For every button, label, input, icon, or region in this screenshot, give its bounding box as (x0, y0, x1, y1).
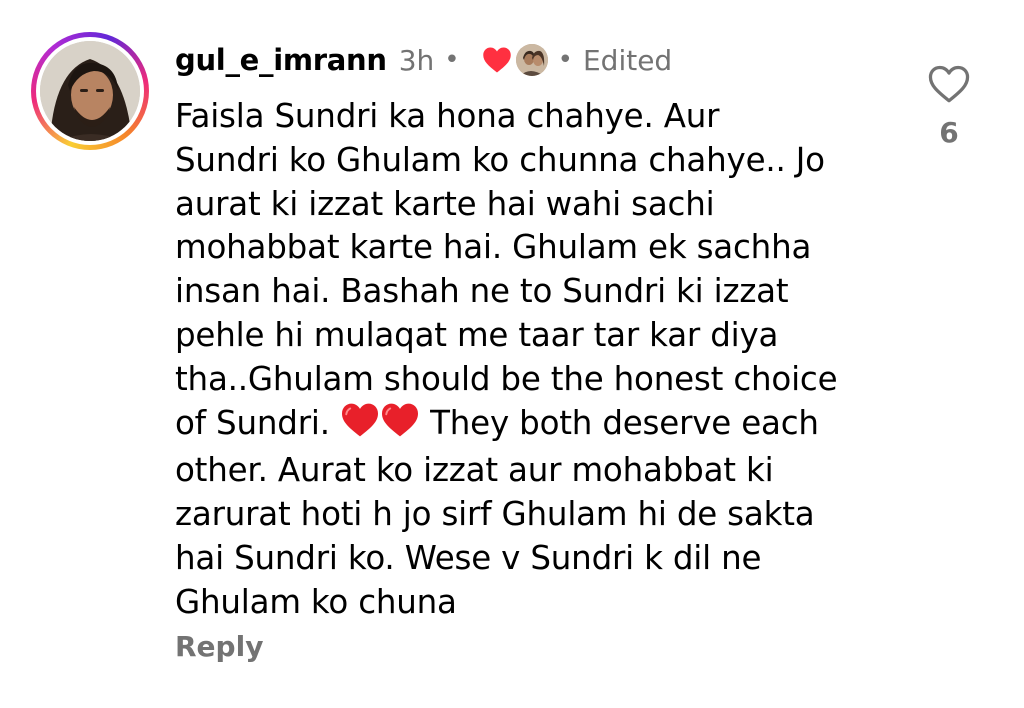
comment-line-start: of Sundri. (175, 403, 330, 442)
avatar[interactable] (40, 41, 140, 141)
red-heart-emoji (380, 402, 420, 450)
creator-liked-badge (482, 44, 548, 76)
separator-dot: • (557, 45, 573, 75)
creator-avatar-small (515, 44, 548, 76)
comment-line: zarurat hoti h jo sirf Ghulam hi de sakt… (175, 495, 815, 534)
edited-label: Edited (582, 43, 673, 77)
like-column: 6 (924, 64, 974, 149)
comment-header: gul_e_imrann 3h • • Edited (175, 40, 672, 80)
comment-text: Faisla Sundri ka hona chahye. Aur Sundri… (175, 95, 895, 625)
comment-line: hai Sundri ko. Wese v Sundri k dil ne (175, 538, 762, 577)
avatar-story-ring[interactable] (31, 32, 149, 150)
comment-line: aurat ki izzat karte hai wahi sachi (175, 184, 715, 223)
username[interactable]: gul_e_imrann (175, 43, 387, 77)
comment-line: Faisla Sundri ka hona chahye. Aur (175, 97, 720, 135)
timestamp: 3h (398, 43, 435, 77)
comment-line: Sundri ko Ghulam ko chunna chahye.. Jo (175, 140, 825, 179)
comment: gul_e_imrann 3h • • Edited Faisla Sundri… (0, 0, 1024, 708)
avatar-photo (40, 41, 140, 141)
reply-button[interactable]: Reply (175, 630, 263, 663)
comment-line-end: They both deserve each (430, 403, 819, 442)
like-count[interactable]: 6 (924, 116, 974, 149)
comment-line: tha..Ghulam should be the honest choice (175, 359, 838, 398)
heart-outline-icon[interactable] (927, 64, 971, 104)
comment-line: other. Aurat ko izzat aur mohabbat ki (175, 451, 774, 490)
comment-line-with-emoji: of Sundri. They both deserve each (175, 402, 895, 450)
comment-line: insan hai. Bashah ne to Sundri ki izzat (175, 272, 789, 311)
comment-line: pehle hi mulaqat me taar tar kar diya (175, 315, 779, 354)
red-heart-emoji (340, 402, 380, 450)
separator-dot: • (444, 45, 460, 75)
red-heart-icon (482, 47, 511, 73)
comment-line: mohabbat karte hai. Ghulam ek sachha (175, 228, 812, 267)
comment-line: Ghulam ko chuna (175, 582, 457, 621)
